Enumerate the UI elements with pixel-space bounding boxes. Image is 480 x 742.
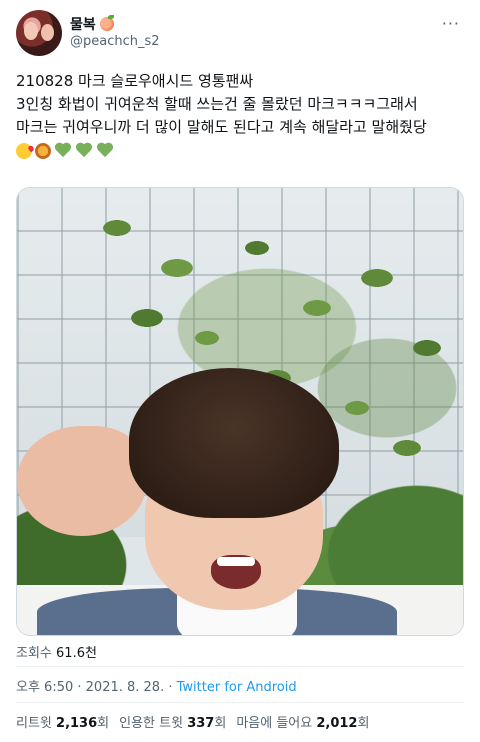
retweets-value: 2,136 <box>56 716 98 731</box>
green-heart-icon <box>96 143 114 159</box>
green-heart-icon <box>75 143 93 159</box>
retweets-unit: 회 <box>97 716 110 731</box>
view-count-value: 61.6천 <box>56 646 97 661</box>
meta-separator: · <box>164 680 177 695</box>
tweet-text-line: 마크는 귀여우니까 더 많이 말해도 된다고 계속 해달라고 말해줬당 <box>16 118 427 136</box>
likes-value: 2,012 <box>316 716 358 731</box>
avatar[interactable] <box>16 10 62 56</box>
avatar-face <box>41 24 54 41</box>
kissing-face-icon <box>16 143 32 159</box>
tweet-source-link[interactable]: Twitter for Android <box>177 680 297 695</box>
quotes-value: 337 <box>187 716 215 731</box>
display-name[interactable]: 물복 <box>70 14 96 34</box>
retweets-stat[interactable]: 리트윗 2,136회 <box>16 712 109 731</box>
view-count-label: 조회수 <box>16 646 52 661</box>
divider <box>16 666 464 667</box>
green-heart-icon <box>54 143 72 159</box>
peach-icon <box>99 15 114 31</box>
more-options-icon[interactable]: ··· <box>442 14 460 33</box>
likes-unit: 회 <box>357 716 370 731</box>
view-count: 조회수 61.6천 <box>16 642 97 661</box>
likes-stat[interactable]: 마음에 들어요 2,012회 <box>236 712 369 731</box>
quotes-unit: 회 <box>214 716 227 731</box>
avatar-face <box>24 22 38 40</box>
tweet-time[interactable]: 오후 6:50 <box>16 680 73 695</box>
likes-label: 마음에 들어요 <box>236 716 313 731</box>
hand <box>17 426 147 536</box>
mouth <box>211 555 261 589</box>
tweet-stats: 리트윗 2,136회 인용한 트윗 337회 마음에 들어요 2,012회 <box>16 712 369 731</box>
tweet-text-line: 210828 마크 슬로우애시드 영통팬싸 <box>16 72 254 90</box>
retweets-label: 리트윗 <box>16 716 52 731</box>
tweet-meta: 오후 6:50 · 2021. 8. 28. · Twitter for And… <box>16 676 297 695</box>
emoji-row <box>16 141 468 161</box>
user-handle[interactable]: @peachch_s2 <box>70 34 160 49</box>
quotes-label: 인용한 트윗 <box>119 716 184 731</box>
tweet-date[interactable]: 2021. 8. 28. <box>86 680 165 695</box>
divider <box>16 702 464 703</box>
meta-separator: · <box>73 680 86 695</box>
tweet-text: 210828 마크 슬로우애시드 영통팬싸 3인칭 화법이 귀여운척 할때 쓰는… <box>16 70 468 161</box>
tweet-header: 물복 @peachch_s2 ··· <box>16 8 464 58</box>
tweet-text-line: 3인칭 화법이 귀여운척 할때 쓰는건 줄 몰랐던 마크ㅋㅋㅋ그래서 <box>16 95 418 113</box>
person-hair <box>129 368 339 518</box>
tweet-photo[interactable] <box>16 187 464 636</box>
lion-icon <box>35 143 51 159</box>
quotes-stat[interactable]: 인용한 트윗 337회 <box>119 712 226 731</box>
name-row[interactable]: 물복 <box>70 14 114 34</box>
